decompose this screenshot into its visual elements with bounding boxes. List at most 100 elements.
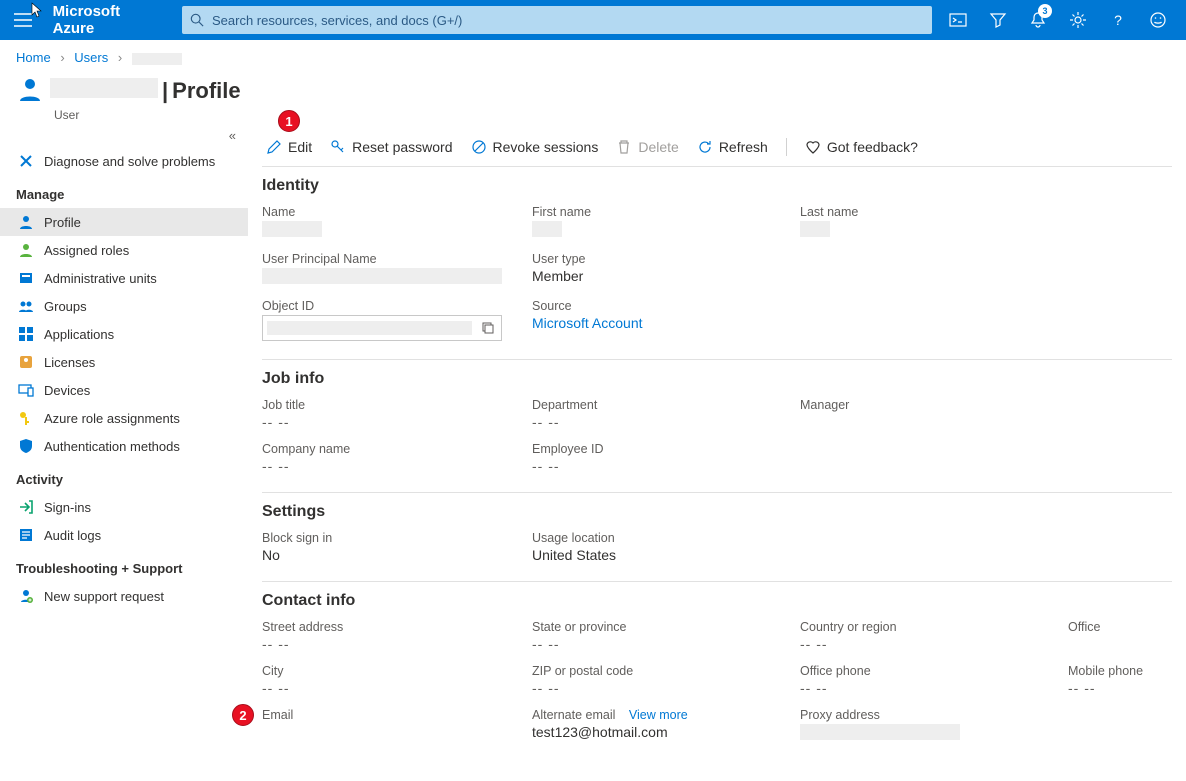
field-value: -- --	[1068, 680, 1172, 696]
nav-label: New support request	[44, 589, 164, 604]
button-label: Got feedback?	[827, 139, 918, 155]
nav-devices[interactable]: Devices	[0, 376, 248, 404]
nav-label: Profile	[44, 215, 81, 230]
button-label: Revoke sessions	[493, 139, 599, 155]
cloud-shell-icon	[949, 11, 967, 29]
field-value: -- --	[262, 636, 532, 652]
button-label: Delete	[638, 139, 678, 155]
nav-azure-roles[interactable]: Azure role assignments	[0, 404, 248, 432]
notifications-button[interactable]: 3	[1018, 0, 1058, 40]
audit-icon	[18, 527, 34, 543]
section-identity: Identity Name First name Last name User …	[262, 167, 1172, 360]
toolbar: Edit Reset password Revoke sessions Dele…	[262, 128, 1172, 167]
nav-audit[interactable]: Audit logs	[0, 521, 248, 549]
nav-signins[interactable]: Sign-ins	[0, 493, 248, 521]
objectid-field[interactable]	[262, 315, 502, 341]
collapse-sidebar-button[interactable]: «	[0, 128, 248, 147]
page-title-row: | Profile	[0, 71, 1186, 106]
field-label: Object ID	[262, 299, 532, 313]
heart-icon	[805, 139, 821, 155]
cursor-icon	[28, 2, 44, 23]
breadcrumb-home[interactable]: Home	[16, 50, 51, 65]
page-title-name-redacted	[50, 78, 158, 98]
field-label: Job title	[262, 398, 532, 412]
section-heading: Settings	[262, 503, 1172, 521]
field-label: Mobile phone	[1068, 664, 1172, 678]
notification-badge: 3	[1038, 4, 1052, 18]
field-value: -- --	[532, 636, 800, 652]
button-label: Edit	[288, 139, 312, 155]
source-link[interactable]: Microsoft Account	[532, 315, 800, 331]
chevron-right-icon: ›	[54, 50, 70, 65]
nav-assigned-roles[interactable]: Assigned roles	[0, 236, 248, 264]
delete-button: Delete	[616, 139, 678, 155]
nav-section-manage: Manage	[0, 175, 248, 208]
nav-licenses[interactable]: Licenses	[0, 348, 248, 376]
help-button[interactable]: ?	[1098, 0, 1138, 40]
field-label: Employee ID	[532, 442, 800, 456]
field-value: -- --	[262, 680, 532, 696]
value-redacted	[532, 221, 562, 237]
page-title-sep: |	[162, 78, 168, 104]
brand-label[interactable]: Microsoft Azure	[47, 3, 176, 37]
search-input[interactable]	[212, 13, 924, 28]
nav-diagnose[interactable]: Diagnose and solve problems	[0, 147, 248, 175]
field-value: -- --	[800, 680, 1068, 696]
nav-profile[interactable]: Profile	[0, 208, 248, 236]
breadcrumb-users[interactable]: Users	[74, 50, 108, 65]
field-label: Alternate email View more	[532, 708, 800, 722]
field-label: Source	[532, 299, 800, 313]
diagnose-icon	[18, 153, 34, 169]
nav-label: Assigned roles	[44, 243, 129, 258]
cloud-shell-button[interactable]	[938, 0, 978, 40]
revoke-sessions-button[interactable]: Revoke sessions	[471, 139, 599, 155]
field-label: Company name	[262, 442, 532, 456]
field-label: First name	[532, 205, 800, 219]
field-label: City	[262, 664, 532, 678]
settings-button[interactable]	[1058, 0, 1098, 40]
directory-filter-button[interactable]	[978, 0, 1018, 40]
key-icon	[18, 410, 34, 426]
nav-auth-methods[interactable]: Authentication methods	[0, 432, 248, 460]
field-value: -- --	[532, 458, 800, 474]
field-label: Manager	[800, 398, 1068, 412]
view-more-link[interactable]: View more	[629, 708, 688, 722]
nav-label: Groups	[44, 299, 87, 314]
search-icon	[190, 13, 204, 27]
feedback-button-top[interactable]	[1138, 0, 1178, 40]
copy-icon	[481, 321, 495, 335]
filter-icon	[989, 11, 1007, 29]
refresh-button[interactable]: Refresh	[697, 139, 768, 155]
nav-label: Licenses	[44, 355, 95, 370]
button-label: Refresh	[719, 139, 768, 155]
field-value: No	[262, 547, 532, 563]
nav-new-support[interactable]: New support request	[0, 582, 248, 610]
shield-icon	[18, 438, 34, 454]
licenses-icon	[18, 354, 34, 370]
smiley-icon	[1149, 11, 1167, 29]
section-heading: Identity	[262, 177, 1172, 195]
field-label: Block sign in	[262, 531, 532, 545]
profile-icon	[18, 214, 34, 230]
nav-label: Administrative units	[44, 271, 157, 286]
sidebar: « Diagnose and solve problems Manage Pro…	[0, 128, 248, 781]
nav-groups[interactable]: Groups	[0, 292, 248, 320]
nav-section-ts: Troubleshooting + Support	[0, 549, 248, 582]
search-box[interactable]	[182, 6, 932, 34]
breadcrumb: Home › Users ›	[0, 40, 1186, 71]
copy-button[interactable]	[476, 321, 501, 335]
field-value: -- --	[532, 680, 800, 696]
admin-units-icon	[18, 270, 34, 286]
nav-applications[interactable]: Applications	[0, 320, 248, 348]
edit-button[interactable]: Edit	[266, 139, 312, 155]
nav-admin-units[interactable]: Administrative units	[0, 264, 248, 292]
support-icon	[18, 588, 34, 604]
signin-icon	[18, 499, 34, 515]
nav-label: Sign-ins	[44, 500, 91, 515]
reset-password-button[interactable]: Reset password	[330, 139, 452, 155]
field-label: User Principal Name	[262, 252, 532, 266]
roles-icon	[18, 242, 34, 258]
field-label: ZIP or postal code	[532, 664, 800, 678]
feedback-button[interactable]: Got feedback?	[805, 139, 918, 155]
page-title: Profile	[172, 78, 240, 104]
